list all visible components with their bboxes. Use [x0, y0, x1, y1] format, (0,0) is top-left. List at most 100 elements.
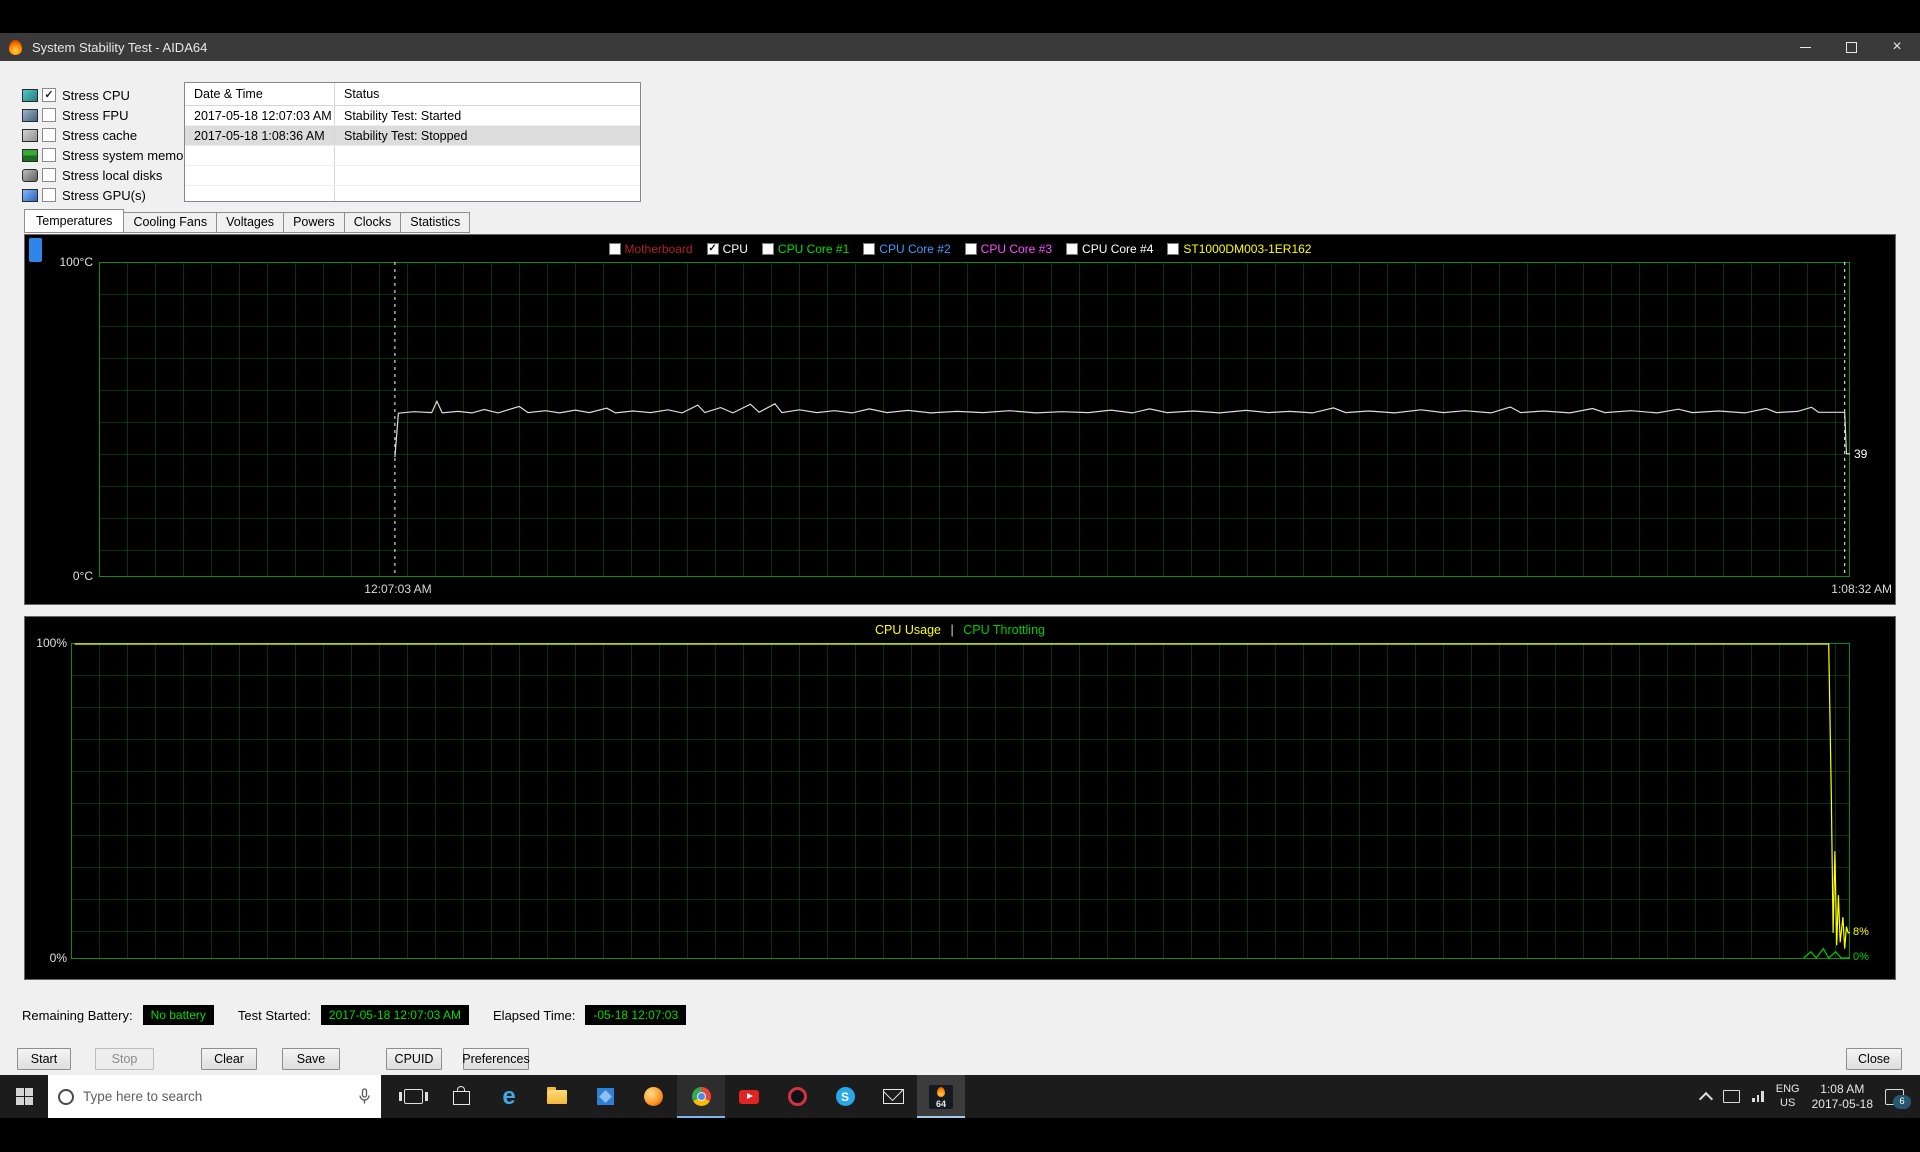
log-row-empty — [185, 146, 640, 166]
usage-title-separator: | — [950, 623, 954, 637]
edge-app-button[interactable] — [485, 1075, 533, 1118]
cpuid-button[interactable]: CPUID — [386, 1048, 442, 1070]
stress-cache-checkbox[interactable] — [42, 128, 56, 142]
stress-option-memory[interactable]: Stress system memory — [22, 145, 194, 165]
search-input[interactable]: Type here to search — [83, 1089, 349, 1104]
legend-item-cpu[interactable]: CPU — [706, 242, 748, 256]
chrome-app-button[interactable] — [677, 1075, 725, 1118]
clock-date: 2017-05-18 — [1811, 1096, 1873, 1111]
legend-item-cpu-core-4[interactable]: CPU Core #4 — [1066, 242, 1153, 256]
edge-icon — [502, 1085, 515, 1109]
tab-bar: Temperatures Cooling Fans Voltages Power… — [24, 209, 471, 233]
log-column-status[interactable]: Status — [335, 83, 640, 105]
microphone-icon[interactable] — [358, 1088, 371, 1105]
legend-item-cpu-core-3[interactable]: CPU Core #3 — [964, 242, 1053, 256]
cpu-usage-chart — [71, 643, 1850, 959]
stress-option-disks[interactable]: Stress local disks — [22, 165, 194, 185]
log-column-datetime[interactable]: Date & Time — [185, 83, 335, 105]
legend-item-cpu-core-2[interactable]: CPU Core #2 — [863, 242, 951, 256]
mail-app-button[interactable] — [869, 1075, 917, 1118]
legend-checkbox[interactable] — [1066, 243, 1079, 255]
stress-option-gpu[interactable]: Stress GPU(s) — [22, 185, 194, 205]
action-center-icon[interactable]: 6 — [1885, 1088, 1911, 1109]
usage-y-min-label: 0% — [49, 951, 67, 965]
aida64-app-button[interactable] — [917, 1075, 965, 1118]
test-started-label: Test Started: — [237, 1007, 311, 1023]
stress-option-cache[interactable]: Stress cache — [22, 125, 194, 145]
tab-cooling-fans[interactable]: Cooling Fans — [123, 212, 218, 233]
maximize-button[interactable] — [1828, 33, 1874, 61]
fpu-icon — [22, 108, 38, 122]
search-box[interactable]: Type here to search — [48, 1075, 381, 1118]
tab-voltages[interactable]: Voltages — [216, 212, 285, 233]
preferences-button[interactable]: Preferences — [462, 1048, 530, 1070]
temp-y-min-label: 0°C — [72, 569, 93, 583]
log-row[interactable]: 2017-05-18 12:07:03 AM Stability Test: S… — [185, 106, 640, 126]
taskbar: Type here to search ENG US — [0, 1075, 1920, 1118]
log-row[interactable]: 2017-05-18 1:08:36 AM Stability Test: St… — [185, 126, 640, 146]
language-indicator[interactable]: ENG US — [1776, 1083, 1800, 1111]
usage-y-max-label: 100% — [36, 636, 67, 650]
start-test-button[interactable]: Start — [17, 1048, 71, 1070]
store-app-button[interactable] — [437, 1075, 485, 1118]
memory-icon — [22, 148, 38, 162]
tab-powers[interactable]: Powers — [283, 212, 345, 233]
photos-app-button[interactable] — [581, 1075, 629, 1118]
stop-test-button[interactable]: Stop — [95, 1048, 154, 1070]
stress-option-cpu[interactable]: Stress CPU — [22, 85, 194, 105]
tab-statistics[interactable]: Statistics — [400, 212, 471, 233]
legend-checkbox[interactable] — [761, 243, 774, 255]
youtube-app-button[interactable] — [725, 1075, 773, 1118]
chrome-icon — [691, 1087, 711, 1106]
battery-value: No battery — [142, 1005, 214, 1025]
taskbar-apps — [389, 1075, 965, 1118]
log-cell-status: Stability Test: Started — [344, 108, 462, 123]
task-view-button[interactable] — [389, 1075, 437, 1118]
legend-label: CPU Core #3 — [980, 242, 1053, 256]
skype-app-button[interactable] — [821, 1075, 869, 1118]
clear-button[interactable]: Clear — [201, 1048, 257, 1070]
close-dialog-button[interactable]: Close — [1846, 1048, 1902, 1070]
tray-display-icon[interactable] — [1723, 1090, 1741, 1103]
screen: System Stability Test - AIDA64 × Stress … — [0, 0, 1920, 1152]
log-cell-status: Stability Test: Stopped — [344, 128, 468, 143]
legend-checkbox[interactable] — [1167, 243, 1180, 255]
client-area: Stress CPU Stress FPU Stress cache Stres… — [0, 61, 1920, 1075]
tab-temperatures[interactable]: Temperatures — [24, 209, 125, 233]
file-explorer-button[interactable] — [533, 1075, 581, 1118]
chevron-up-icon[interactable] — [1699, 1091, 1714, 1106]
legend-label: CPU — [722, 242, 748, 256]
legend-item-motherboard[interactable]: Motherboard — [608, 242, 693, 256]
legend-checkbox[interactable] — [964, 243, 977, 255]
legend-label: Motherboard — [624, 242, 693, 256]
stress-disks-checkbox[interactable] — [42, 168, 56, 182]
stress-gpu-checkbox[interactable] — [42, 188, 56, 202]
event-log-table: Date & Time Status 2017-05-18 12:07:03 A… — [184, 82, 641, 202]
stress-cpu-checkbox[interactable] — [42, 88, 56, 102]
close-button[interactable]: × — [1874, 33, 1920, 61]
save-button[interactable]: Save — [282, 1048, 340, 1070]
maximize-icon — [1845, 41, 1857, 53]
opera-app-button[interactable] — [773, 1075, 821, 1118]
stress-option-fpu[interactable]: Stress FPU — [22, 105, 194, 125]
start-button[interactable] — [0, 1075, 48, 1118]
legend-checkbox[interactable] — [706, 243, 719, 255]
firefox-app-button[interactable] — [629, 1075, 677, 1118]
chart-legend: Motherboard CPU CPU Core #1 CPU Core #2 — [25, 242, 1895, 256]
legend-item-cpu-core-1[interactable]: CPU Core #1 — [761, 242, 850, 256]
battery-label: Remaining Battery: — [22, 1007, 133, 1023]
tab-clocks[interactable]: Clocks — [343, 212, 402, 233]
legend-item-hdd[interactable]: ST1000DM003-1ER162 — [1167, 242, 1311, 256]
photos-icon — [596, 1088, 614, 1105]
log-row-empty — [185, 186, 640, 201]
minimize-button[interactable] — [1782, 33, 1828, 61]
network-icon[interactable] — [1752, 1091, 1764, 1102]
legend-checkbox[interactable] — [863, 243, 876, 255]
clock[interactable]: 1:08 AM 2017-05-18 — [1812, 1082, 1873, 1112]
legend-label: CPU Core #1 — [777, 242, 850, 256]
temp-x-end-label: 1:08:32 AM — [1831, 582, 1892, 596]
stress-memory-checkbox[interactable] — [42, 148, 56, 162]
file-explorer-icon — [547, 1086, 567, 1104]
stress-fpu-checkbox[interactable] — [42, 108, 56, 122]
legend-checkbox[interactable] — [608, 243, 621, 255]
